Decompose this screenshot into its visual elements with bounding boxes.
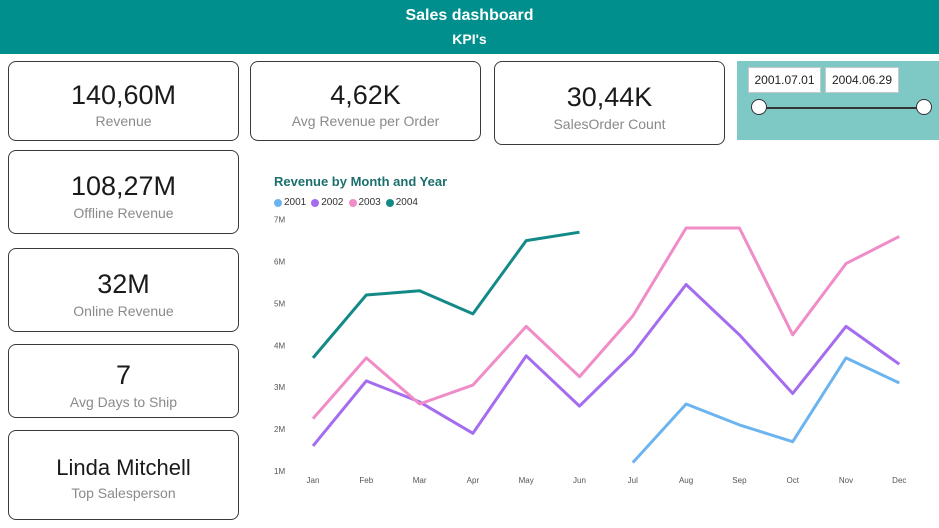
y-tick-label: 6M — [274, 258, 285, 267]
y-tick-label: 3M — [274, 383, 285, 392]
series-line-2003[interactable] — [311, 226, 900, 420]
x-tick-label: Dec — [892, 476, 906, 485]
x-tick-label: Jul — [628, 476, 638, 485]
y-tick-label: 4M — [274, 341, 285, 350]
x-tick-label: Aug — [679, 476, 693, 485]
x-tick-label: Jun — [573, 476, 586, 485]
x-tick-label: Nov — [839, 476, 853, 485]
series-line-2001[interactable] — [631, 356, 900, 464]
x-tick-label: Oct — [786, 476, 799, 485]
y-tick-label: 2M — [274, 425, 285, 434]
revenue-line-chart: 1M 2M 3M 4M 5M 6M 7M Jan Feb Mar Apr May Jun Jul Aug Se… — [274, 216, 906, 485]
y-tick-label: 1M — [274, 467, 285, 476]
x-tick-label: May — [519, 476, 534, 485]
y-tick-label: 7M — [274, 216, 285, 225]
y-tick-label: 5M — [274, 299, 285, 308]
x-tick-label: Apr — [467, 476, 480, 485]
x-tick-label: Feb — [359, 476, 373, 485]
x-tick-label: Sep — [732, 476, 747, 485]
x-tick-label: Mar — [413, 476, 427, 485]
x-tick-label: Jan — [307, 476, 320, 485]
